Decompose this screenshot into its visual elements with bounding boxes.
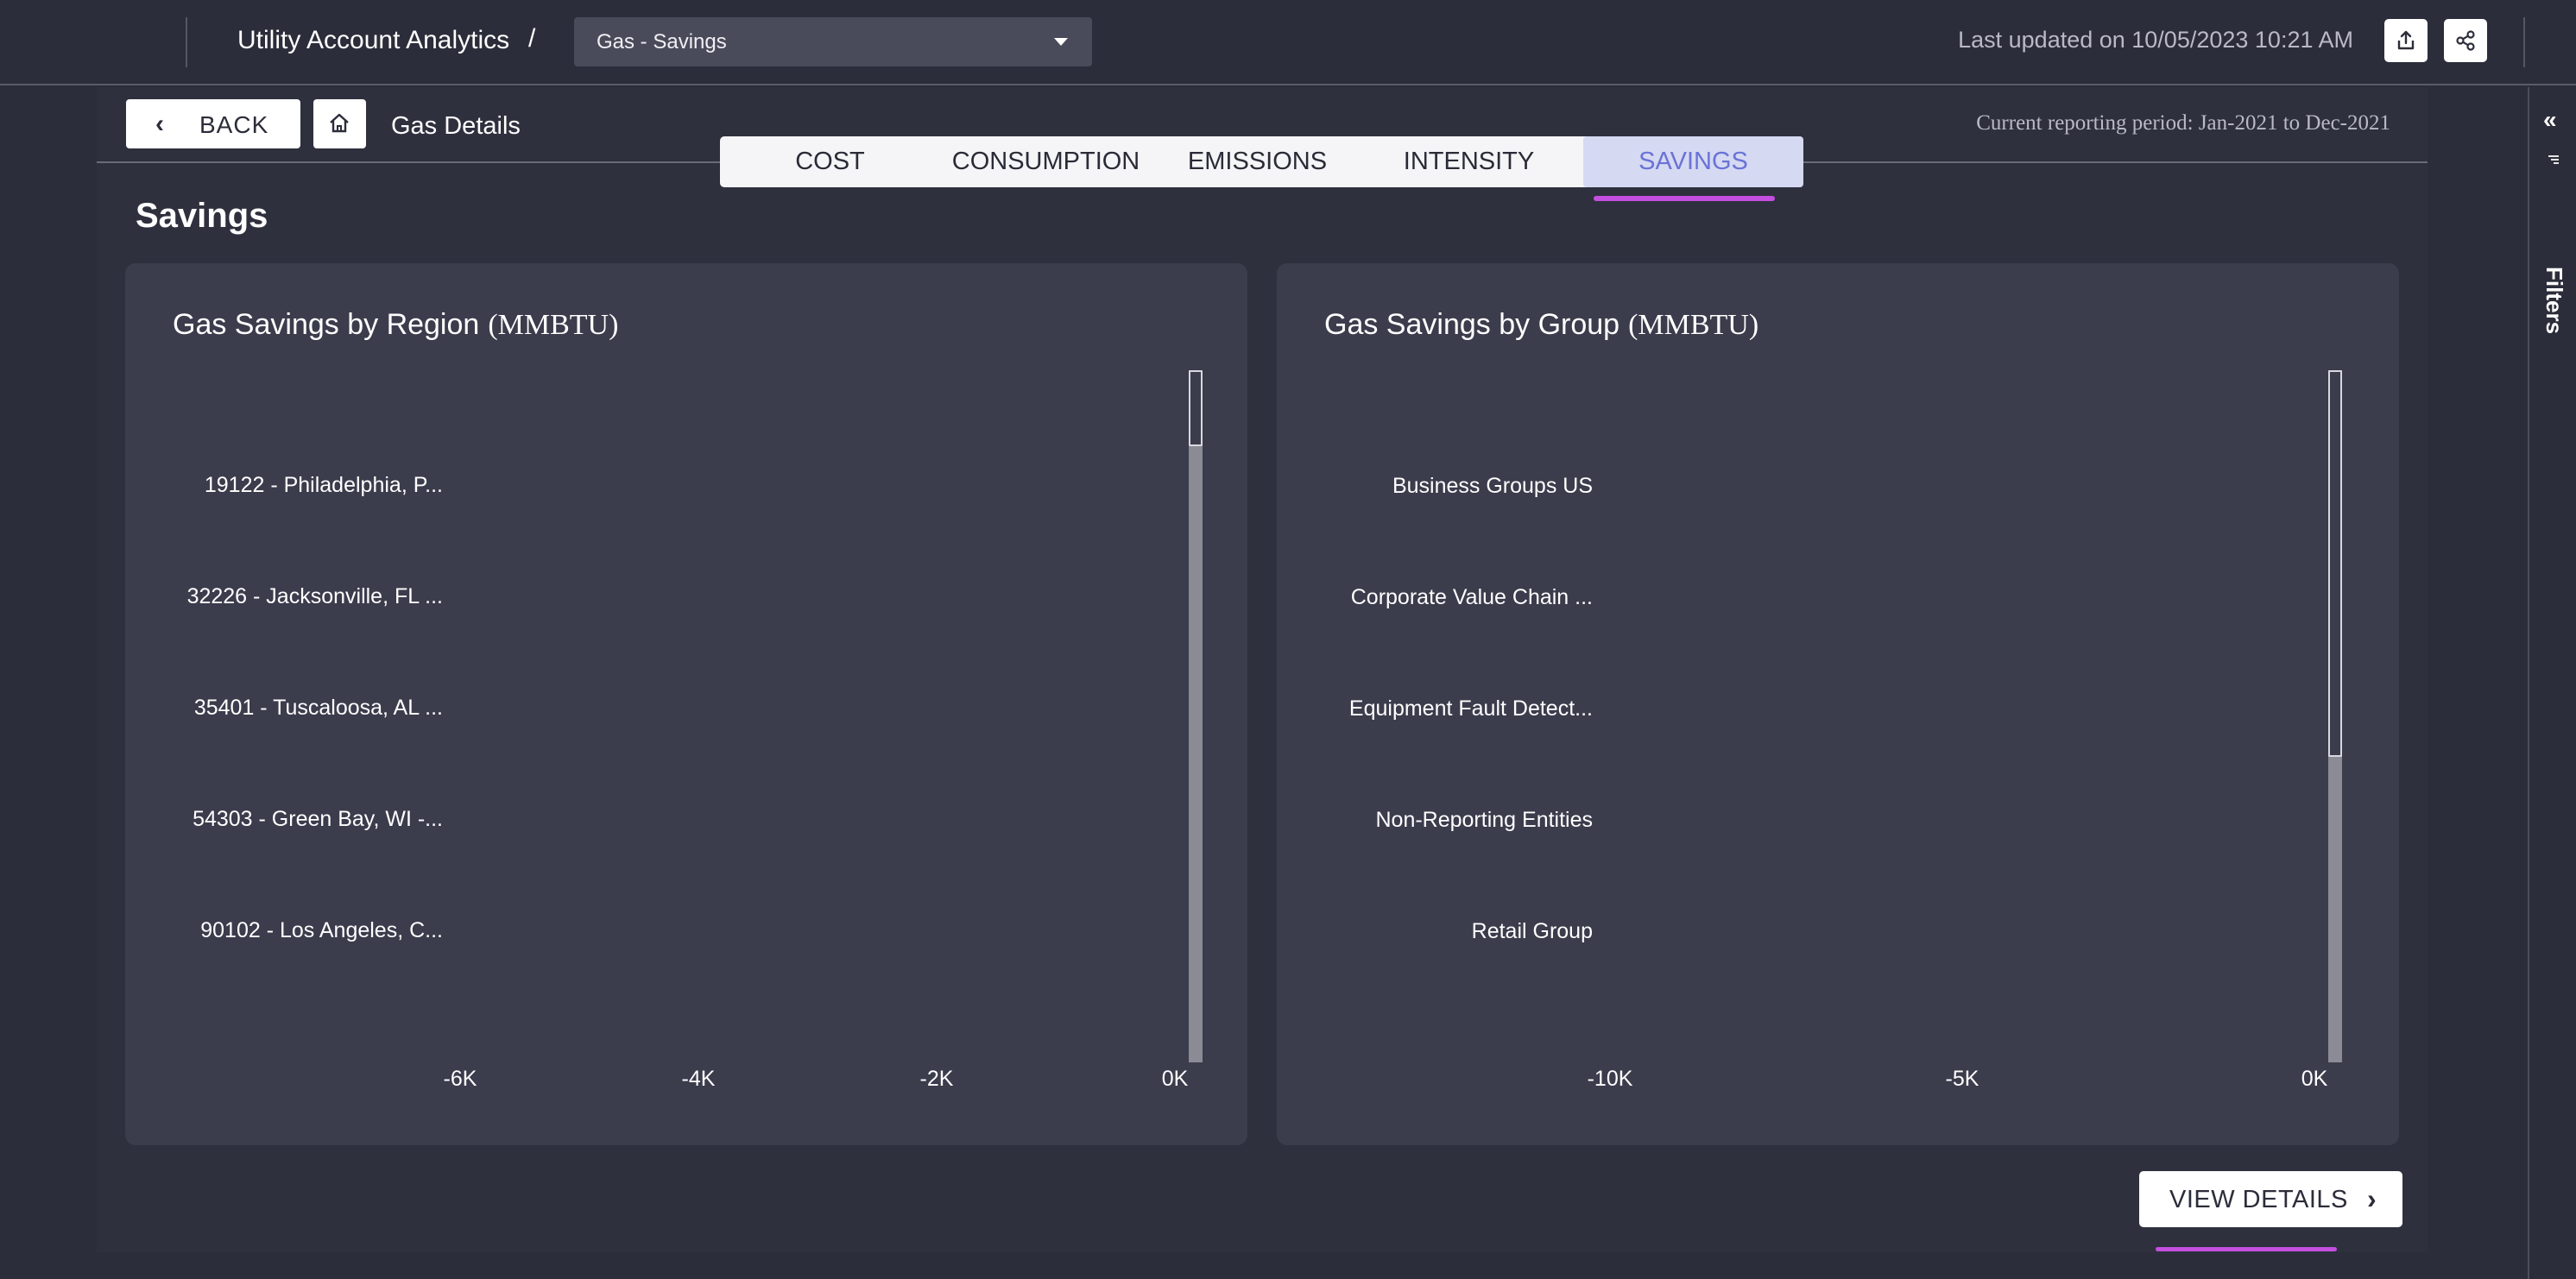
x-tick-label: 0K — [1162, 1067, 1189, 1091]
category-label: 54303 - Green Bay, WI -... — [193, 807, 443, 831]
tab-consumption[interactable]: CONSUMPTION — [940, 136, 1152, 187]
breadcrumb-separator: / — [528, 24, 536, 53]
top-header: Utility Account Analytics / Gas - Saving… — [0, 0, 2576, 85]
category-label: Corporate Value Chain ... — [1351, 585, 1593, 609]
last-updated-text: Last updated on 10/05/2023 10:21 AM — [1958, 27, 2353, 53]
double-chevron-left-icon[interactable]: « — [2543, 106, 2557, 134]
home-icon — [330, 113, 349, 133]
home-button[interactable] — [313, 99, 366, 148]
share-button[interactable] — [2444, 19, 2487, 62]
category-label: 35401 - Tuscaloosa, AL ... — [194, 696, 443, 720]
region-savings-chart-card: Gas Savings by Region (MMBTU) 19122 - Phi… — [125, 263, 1247, 1145]
chevron-left-icon: ‹ — [155, 110, 164, 138]
chart-scrollbar-thumb[interactable] — [2328, 370, 2342, 757]
chart-scrollbar-thumb[interactable] — [1189, 370, 1203, 446]
tab-bar: COST CONSUMPTION EMISSIONS INTENSITY SAV… — [720, 136, 1803, 187]
category-label: Equipment Fault Detect... — [1349, 696, 1593, 721]
tab-emissions[interactable]: EMISSIONS — [1152, 136, 1363, 187]
back-label: BACK — [199, 111, 269, 138]
app-title: Utility Account Analytics — [237, 26, 510, 54]
x-tick-label: -5K — [1946, 1067, 1979, 1091]
category-label: 19122 - Philadelphia, P... — [205, 473, 443, 497]
tab-savings[interactable]: SAVINGS — [1583, 136, 1803, 187]
x-tick-label: -6K — [444, 1067, 477, 1091]
header-divider — [186, 17, 187, 67]
category-label: Business Groups US — [1392, 474, 1593, 498]
x-tick-label: -4K — [682, 1067, 716, 1091]
group-savings-chart-card: Gas Savings by Group (MMBTU) Business Gro… — [1277, 263, 2399, 1145]
view-details-indicator — [2156, 1247, 2337, 1251]
section-title: Savings — [136, 197, 268, 235]
reporting-period: Current reporting period: Jan-2021 to De… — [1976, 111, 2390, 135]
view-select[interactable]: Gas - Savings — [574, 17, 1092, 66]
category-label: 32226 - Jacksonville, FL ... — [187, 584, 443, 608]
region-savings-chart: 19122 - Philadelphia, P... 32226 - Jackso… — [187, 473, 1189, 1091]
page-title: Gas Details — [391, 112, 521, 140]
tab-intensity[interactable]: INTENSITY — [1363, 136, 1575, 187]
chevron-right-icon: › — [2367, 1183, 2377, 1214]
view-select-value: Gas - Savings — [597, 30, 727, 54]
back-button[interactable]: ‹ BACK — [126, 99, 300, 148]
share-icon — [2456, 30, 2475, 51]
x-tick-label: -2K — [920, 1067, 954, 1091]
x-tick-label: -10K — [1588, 1067, 1633, 1091]
group-savings-chart: Business Groups US Corporate Value Chain … — [1349, 474, 2328, 1091]
export-button[interactable] — [2384, 19, 2428, 62]
filters-label[interactable]: Filters — [2541, 267, 2567, 334]
x-tick-label: 0K — [2301, 1067, 2328, 1091]
export-icon — [2397, 30, 2415, 50]
category-label: Retail Group — [1472, 919, 1593, 943]
category-label: Non-Reporting Entities — [1375, 808, 1593, 832]
view-details-button[interactable]: VIEW DETAILS › — [2139, 1171, 2402, 1227]
filter-icon — [2548, 155, 2559, 164]
filters-rail[interactable]: « Filters — [2528, 87, 2576, 1279]
tab-cost[interactable]: COST — [720, 136, 940, 187]
header-divider — [2523, 17, 2525, 67]
caret-down-icon — [1054, 38, 1068, 46]
view-details-label: VIEW DETAILS — [2169, 1186, 2348, 1213]
active-tab-indicator — [1594, 196, 1775, 201]
chart-scrollbar[interactable] — [1189, 370, 1203, 1062]
category-label: 90102 - Los Angeles, C... — [200, 918, 443, 942]
